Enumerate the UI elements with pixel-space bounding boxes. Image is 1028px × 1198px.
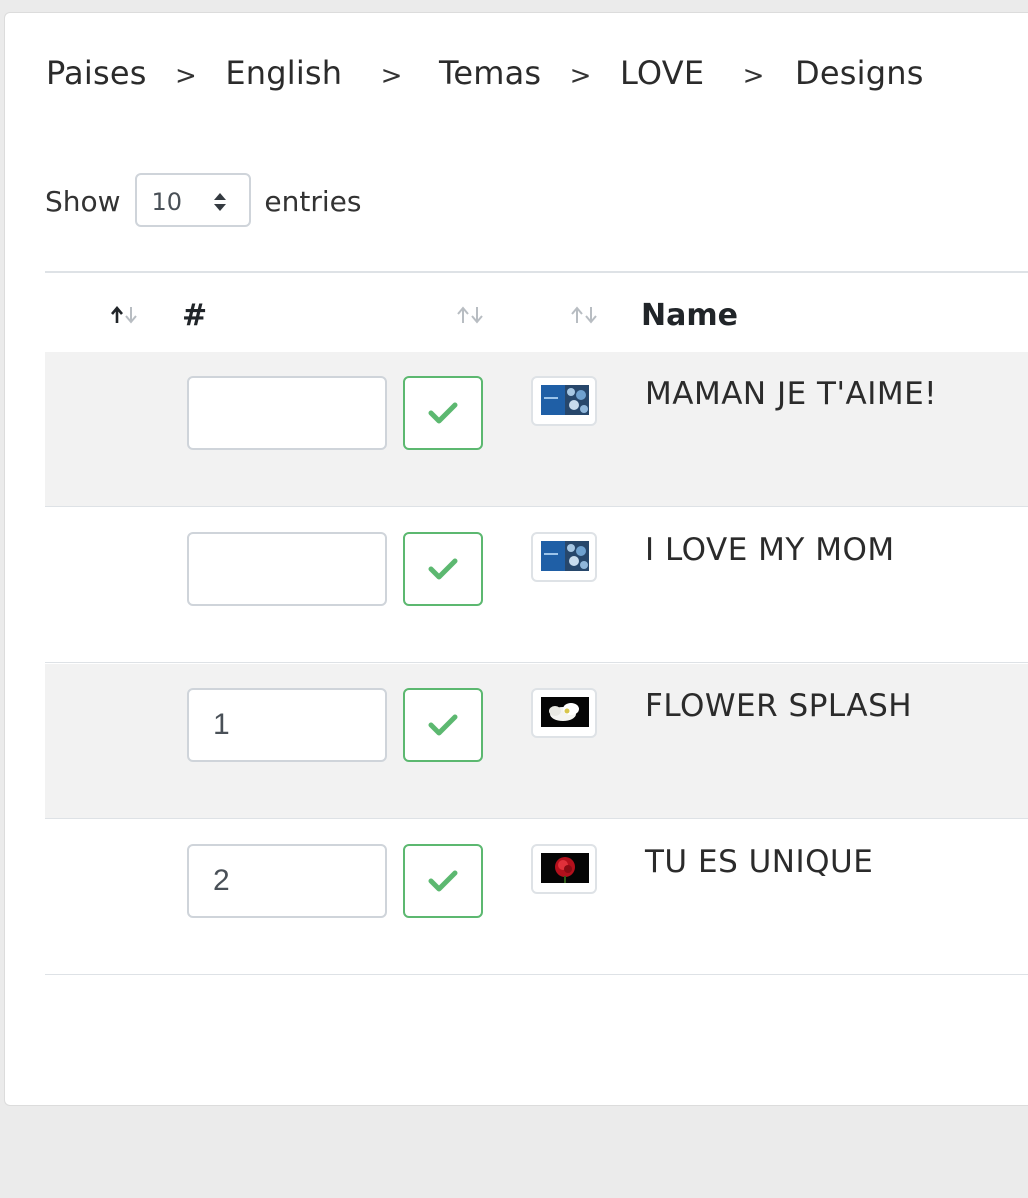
column-header-order[interactable]: #: [182, 293, 207, 339]
check-icon: [428, 870, 458, 892]
sort-ascending-icon[interactable]: [107, 303, 141, 327]
confirm-order-button[interactable]: [403, 532, 483, 606]
order-input[interactable]: 1: [187, 688, 387, 762]
designs-card: Paises > English > Temas > LOVE > Design…: [4, 12, 1028, 1106]
check-icon: [428, 558, 458, 580]
table-row: 2 TU ES UNIQUE: [45, 820, 1028, 975]
breadcrumb-separator: >: [569, 61, 592, 91]
design-thumbnail-image: [541, 853, 589, 883]
breadcrumb-item-love[interactable]: LOVE: [620, 53, 704, 93]
design-name[interactable]: MAMAN JE T'AIME!: [645, 374, 937, 414]
breadcrumb-item-english[interactable]: English: [225, 53, 342, 93]
breadcrumb-item-designs: Designs: [795, 54, 924, 92]
breadcrumb-separator: >: [380, 61, 403, 91]
breadcrumb: Paises > English > Temas > LOVE > Design…: [46, 53, 924, 93]
show-label: Show: [45, 185, 121, 218]
breadcrumb-item-paises[interactable]: Paises: [46, 53, 147, 93]
breadcrumb-separator: >: [742, 61, 765, 91]
sort-arrows-icon[interactable]: [567, 303, 601, 327]
white-flower-thumbnail[interactable]: [531, 688, 597, 738]
red-rose-thumbnail[interactable]: [531, 844, 597, 894]
entries-select[interactable]: 10: [135, 173, 252, 227]
table-row: I LOVE MY MOM: [45, 508, 1028, 663]
blue-card-thumbnail[interactable]: [531, 532, 597, 582]
design-name[interactable]: I LOVE MY MOM: [645, 530, 895, 570]
design-thumbnail-image: [541, 697, 589, 727]
order-input[interactable]: [187, 376, 387, 450]
confirm-order-button[interactable]: [403, 376, 483, 450]
confirm-order-button[interactable]: [403, 844, 483, 918]
confirm-order-button[interactable]: [403, 688, 483, 762]
check-icon: [428, 714, 458, 736]
design-name[interactable]: TU ES UNIQUE: [645, 842, 873, 882]
column-header-name[interactable]: Name: [641, 293, 738, 339]
order-input[interactable]: 2: [187, 844, 387, 918]
design-thumbnail-image: [541, 385, 589, 415]
sort-arrows-icon[interactable]: [453, 303, 487, 327]
entries-select-value: 10: [151, 188, 183, 216]
entries-label: entries: [264, 185, 362, 218]
table-row: 1 FLOWER SPLASH: [45, 664, 1028, 819]
breadcrumb-separator: >: [174, 61, 197, 91]
order-input[interactable]: [187, 532, 387, 606]
entries-length-control: Show 10 entries: [45, 173, 361, 231]
table-row: MAMAN JE T'AIME!: [45, 352, 1028, 507]
blue-card-thumbnail[interactable]: [531, 376, 597, 426]
design-name[interactable]: FLOWER SPLASH: [645, 686, 912, 726]
design-thumbnail-image: [541, 541, 589, 571]
select-arrows-icon: [214, 193, 227, 211]
check-icon: [428, 402, 458, 424]
table-header: # Name: [45, 273, 1028, 359]
breadcrumb-item-temas[interactable]: Temas: [439, 53, 541, 93]
